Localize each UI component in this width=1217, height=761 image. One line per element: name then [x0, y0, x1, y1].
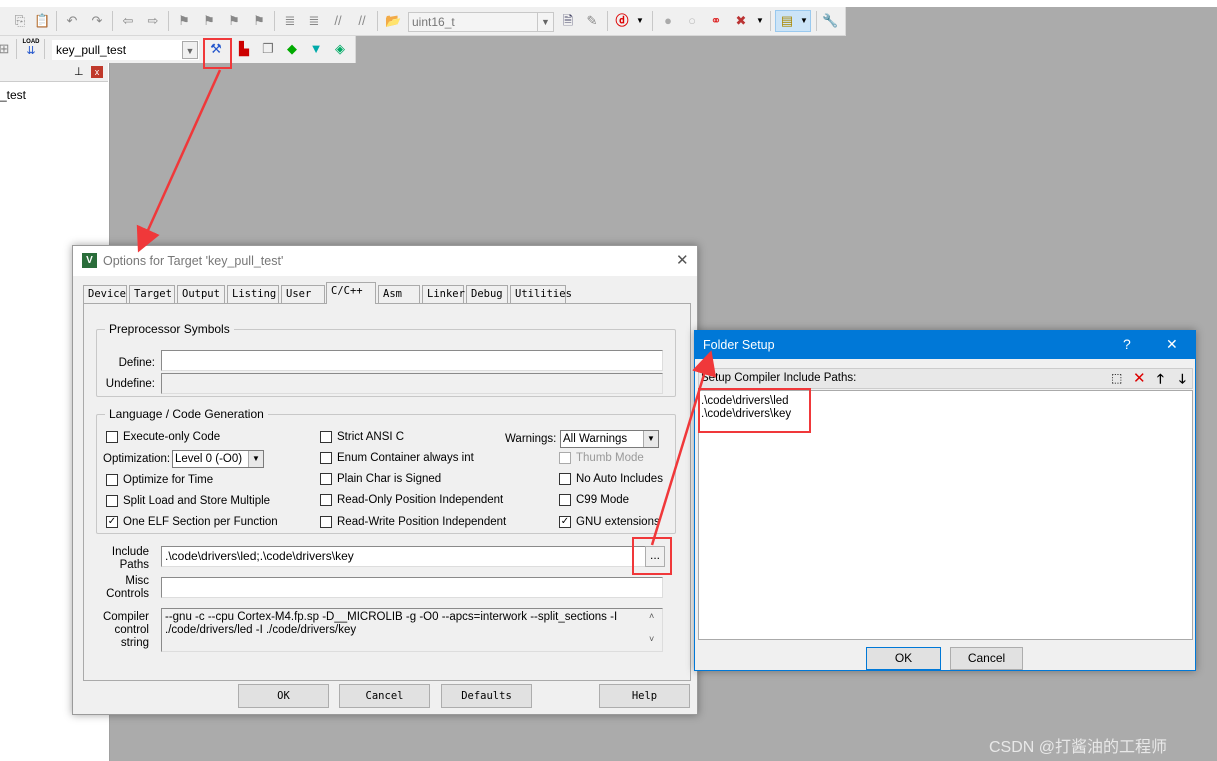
watermark: CSDN @打酱油的工程师	[989, 739, 1168, 756]
tab-c-cpp[interactable]: C/C++	[326, 282, 376, 304]
arrow-to-folder-dialog	[650, 350, 717, 546]
arrow-to-options-dialog	[136, 69, 222, 253]
annotation-arrows	[136, 69, 717, 546]
